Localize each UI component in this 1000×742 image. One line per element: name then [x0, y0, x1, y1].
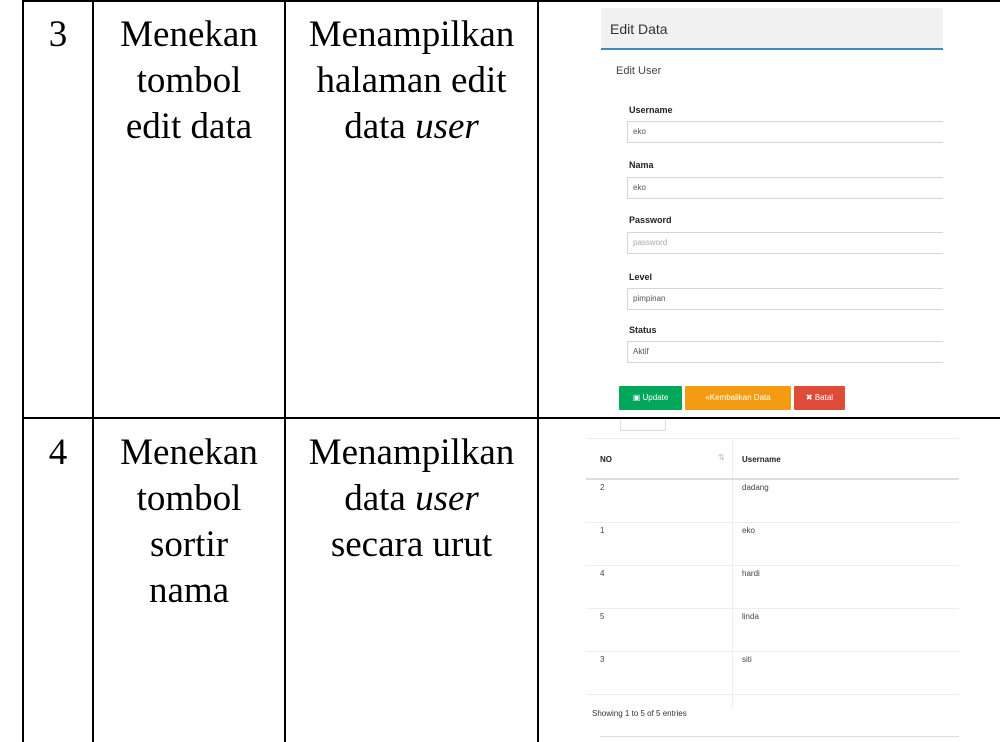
- edit-form-screenshot: Edit Data Edit User Username eko Nama ek…: [601, 8, 943, 416]
- column-header-username[interactable]: Username: [742, 455, 781, 464]
- action-line: tombol: [136, 478, 242, 519]
- level-label: Level: [629, 272, 653, 282]
- result-line: Menampilkan: [308, 14, 515, 55]
- table-border-top: [22, 0, 1000, 2]
- result-cell: Menampilkan halaman edit data user: [286, 12, 537, 150]
- save-icon: ▣: [632, 393, 641, 402]
- cell-username: dadang: [742, 483, 769, 492]
- action-line: edit data: [125, 106, 253, 147]
- nama-input[interactable]: eko: [627, 177, 943, 199]
- cell-username: siti: [742, 655, 752, 664]
- action-cell: Menekan tombol edit data: [94, 12, 284, 150]
- table-info: Showing 1 to 5 of 5 entries: [592, 709, 687, 718]
- close-icon: ✖: [805, 393, 813, 402]
- table-header: NO ⇅ Username: [586, 438, 959, 480]
- length-select-edge: [620, 420, 666, 431]
- row-number-text: 4: [48, 432, 68, 473]
- status-label: Status: [629, 325, 657, 335]
- cell-no: 2: [600, 483, 605, 492]
- table-row: 2 dadang: [586, 480, 959, 523]
- result-italic-text: user: [415, 478, 479, 519]
- cell-username: eko: [742, 526, 755, 535]
- password-input[interactable]: password: [627, 232, 943, 254]
- cell-no: 5: [600, 612, 605, 621]
- result-text: data: [344, 106, 416, 147]
- result-line: halaman edit: [316, 60, 507, 101]
- edit-form-header: Edit Data: [601, 8, 943, 50]
- result-cell: Menampilkan data user secara urut: [286, 430, 537, 568]
- pagination-divider: [600, 736, 959, 737]
- edit-form-title: Edit Data: [610, 21, 668, 37]
- cell-no: 1: [600, 526, 605, 535]
- row-number: 3: [24, 12, 92, 58]
- table-row: 4 hardi: [586, 566, 959, 609]
- action-line: nama: [148, 570, 230, 611]
- back-button[interactable]: «Kembalikan Data: [685, 386, 791, 410]
- cell-no: 4: [600, 569, 605, 578]
- result-line: data user: [286, 476, 537, 522]
- cancel-button[interactable]: ✖ Batal: [794, 386, 845, 410]
- result-line: Menampilkan: [308, 432, 515, 473]
- table-row: 3 siti: [586, 652, 959, 695]
- table-row: 1 eko: [586, 523, 959, 566]
- result-italic-text: user: [415, 106, 479, 147]
- action-cell: Menekan tombol sortir nama: [94, 430, 284, 614]
- row-number-text: 3: [48, 14, 68, 55]
- result-text: data: [344, 478, 416, 519]
- edit-form-subtitle: Edit User: [616, 65, 662, 77]
- sort-icon[interactable]: ⇅: [718, 453, 725, 462]
- table-border-col3: [537, 0, 539, 742]
- result-line: data user: [286, 104, 537, 150]
- column-header-no[interactable]: NO: [600, 455, 612, 464]
- back-button-label: Kembalikan Data: [709, 393, 771, 402]
- status-select[interactable]: Aktif: [627, 341, 943, 363]
- table-border-row-divider: [22, 417, 1000, 419]
- cell-username: linda: [742, 612, 759, 621]
- cancel-button-label: Batal: [814, 393, 834, 402]
- nama-label: Nama: [629, 160, 654, 170]
- update-button[interactable]: ▣ Update: [619, 386, 682, 410]
- table-border-left: [22, 0, 24, 742]
- username-input[interactable]: eko: [627, 121, 943, 143]
- cell-no: 3: [600, 655, 605, 664]
- cell-username: hardi: [742, 569, 760, 578]
- password-label: Password: [629, 215, 672, 225]
- result-line: secara urut: [330, 524, 493, 565]
- action-line: Menekan: [120, 14, 258, 55]
- update-button-label: Update: [642, 393, 669, 402]
- level-select[interactable]: pimpinan: [627, 288, 943, 310]
- action-line: Menekan: [120, 432, 258, 473]
- user-table-screenshot: NO ⇅ Username 2 dadang 1 eko 4 hardi 5 l…: [584, 420, 959, 742]
- username-label: Username: [629, 105, 673, 115]
- action-line: sortir: [149, 524, 229, 565]
- action-line: tombol: [136, 60, 242, 101]
- row-number: 4: [24, 430, 92, 476]
- table-row: 5 linda: [586, 609, 959, 652]
